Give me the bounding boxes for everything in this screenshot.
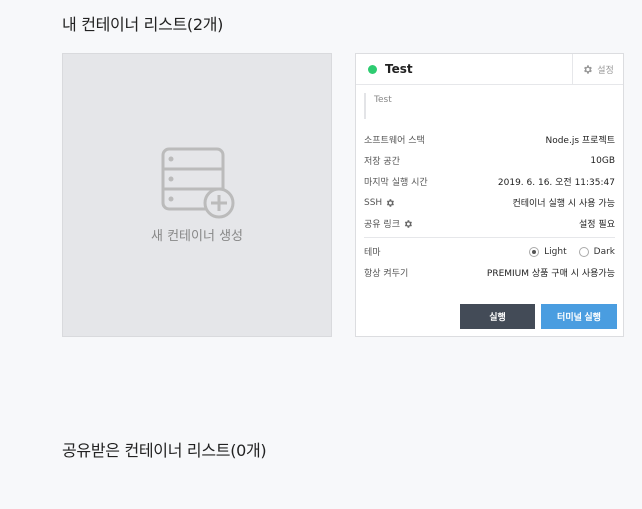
theme-radio-light[interactable]: Light — [529, 246, 567, 257]
always-on-value: PREMIUM 상품 구매 시 사용가능 — [486, 269, 615, 279]
theme-option-label: Dark — [593, 246, 615, 257]
radio-checked-icon — [529, 246, 540, 257]
my-containers-title: 내 컨테이너 리스트(2개) — [62, 15, 224, 34]
info-value: 2019. 6. 16. 오전 11:35:47 — [497, 178, 615, 188]
run-button[interactable]: 실행 — [460, 304, 535, 329]
info-row-share-link: 공유 링크 설정 필요 — [356, 213, 623, 234]
divider — [364, 237, 615, 238]
ssh-gear-icon[interactable] — [385, 198, 395, 208]
theme-radio-dark[interactable]: Dark — [578, 246, 615, 257]
share-gear-icon[interactable] — [403, 219, 413, 229]
info-row-always-on: 항상 켜두기 PREMIUM 상품 구매 시 사용가능 — [356, 262, 623, 283]
new-container-label: 새 컨테이너 생성 — [151, 228, 243, 244]
info-row-ssh: SSH 컨테이너 실행 시 사용 가능 — [356, 192, 623, 213]
info-value: Node.js 프로젝트 — [545, 136, 615, 146]
info-row-theme: 테마 Light Dark — [356, 241, 623, 262]
always-on-key: 항상 켜두기 — [364, 269, 409, 279]
theme-option-label: Light — [544, 246, 567, 257]
container-description: Test — [364, 93, 623, 119]
info-key: 소프트웨어 스택 — [364, 136, 425, 146]
status-indicator-icon — [368, 64, 377, 74]
info-value: 설정 필요 — [579, 220, 615, 230]
container-name[interactable]: Test — [385, 62, 413, 76]
info-key: SSH — [364, 197, 383, 208]
settings-label: 설정 — [597, 65, 614, 76]
info-row-last-run: 마지막 실행 시간 2019. 6. 16. 오전 11:35:47 — [356, 171, 623, 192]
container-card-header: Test 설정 — [356, 54, 623, 85]
info-row-stack: 소프트웨어 스택 Node.js 프로젝트 — [356, 129, 623, 150]
info-key: 공유 링크 — [364, 220, 400, 230]
settings-button[interactable]: 설정 — [572, 54, 623, 84]
new-container-card[interactable]: 새 컨테이너 생성 — [62, 53, 332, 337]
theme-radio-group: Light Dark — [517, 246, 615, 257]
info-key: 저장 공간 — [364, 157, 400, 167]
terminal-run-button[interactable]: 터미널 실행 — [541, 304, 617, 329]
info-key: 마지막 실행 시간 — [364, 178, 428, 188]
gear-icon — [584, 64, 593, 74]
radio-unchecked-icon — [578, 246, 589, 257]
info-value: 컨테이너 실행 시 사용 가능 — [512, 199, 615, 209]
server-add-icon — [161, 147, 235, 218]
theme-key: 테마 — [364, 248, 381, 258]
info-value: 10GB — [590, 155, 615, 166]
info-row-storage: 저장 공간 10GB — [356, 150, 623, 171]
container-card: Test 설정 Test 소프트웨어 스택 Node.js 프로젝트 저장 공간… — [355, 53, 624, 337]
shared-containers-title: 공유받은 컨테이너 리스트(0개) — [62, 441, 267, 460]
